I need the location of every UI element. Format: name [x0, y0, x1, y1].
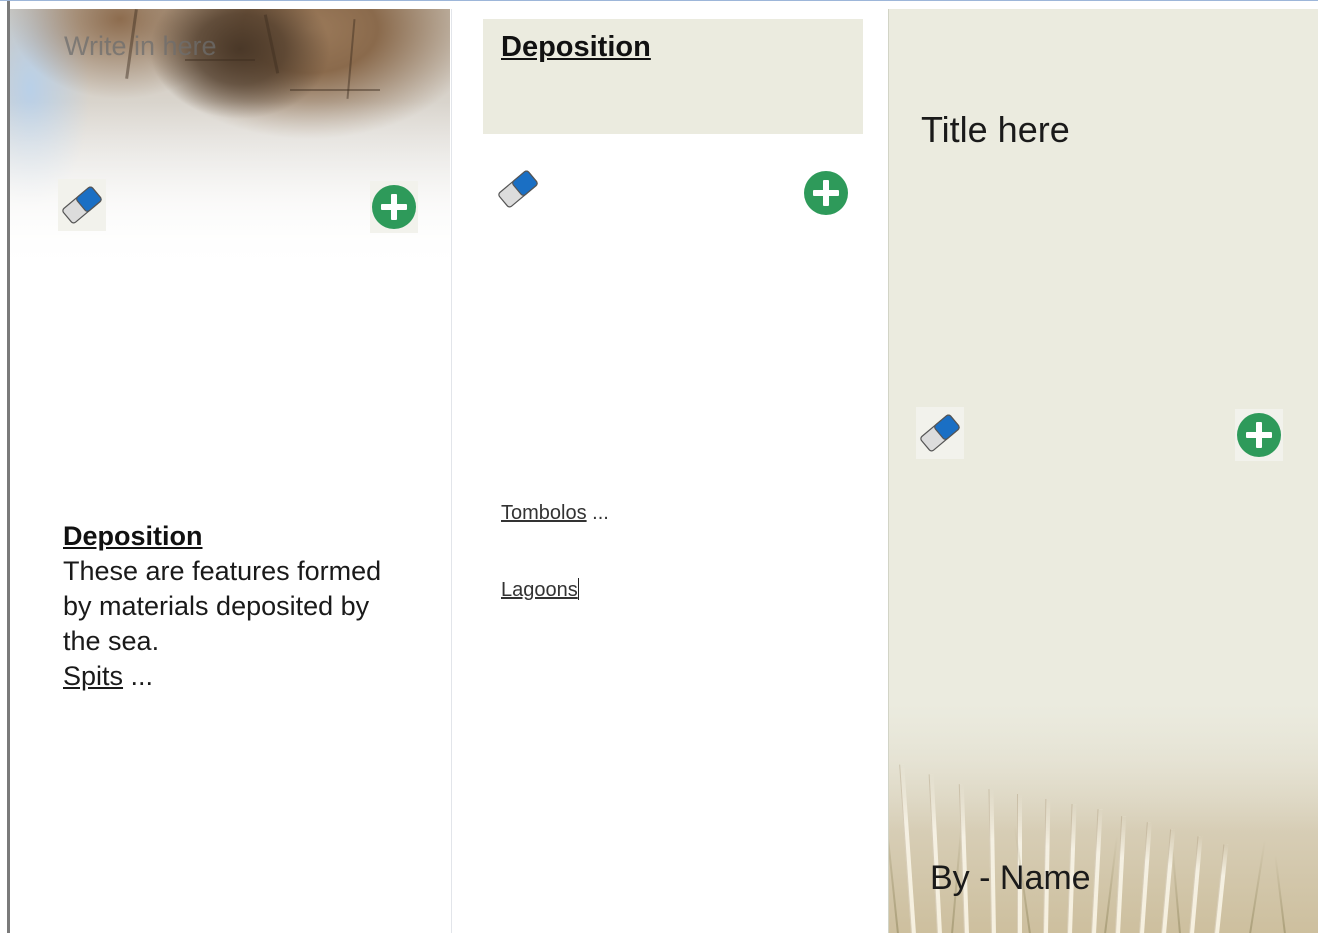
add-circle-icon — [372, 185, 416, 229]
add-circle-icon — [804, 171, 848, 215]
placeholder-text[interactable]: Write in here — [64, 31, 217, 62]
content-text-block[interactable]: Deposition These are features formed by … — [63, 519, 403, 694]
panel-title-link[interactable]: Deposition — [501, 31, 651, 64]
text-cursor — [577, 578, 579, 600]
body-text: These are features formed by materials d… — [63, 556, 382, 656]
eraser-button[interactable] — [58, 179, 106, 231]
add-content-button[interactable] — [1235, 409, 1283, 461]
title-box[interactable]: Deposition — [483, 19, 863, 134]
list-item[interactable]: Tombolos ... — [501, 502, 609, 525]
add-content-button[interactable] — [370, 181, 418, 233]
eraser-icon — [62, 186, 102, 224]
add-content-button[interactable] — [802, 167, 850, 219]
eraser-button[interactable] — [494, 163, 542, 215]
eraser-icon — [920, 414, 960, 452]
spits-link[interactable]: Spits — [63, 661, 123, 691]
author-name[interactable]: By - Name — [930, 859, 1091, 898]
brochure-editor: Write in here Deposition These are featu… — [0, 0, 1318, 933]
section-heading-link[interactable]: Deposition — [63, 519, 403, 554]
add-circle-icon — [1237, 413, 1281, 457]
eraser-icon — [498, 170, 538, 208]
ellipsis: ... — [592, 502, 609, 524]
tombolos-link[interactable]: Tombolos — [501, 502, 587, 524]
list-item[interactable]: Lagoons — [501, 578, 579, 602]
fence-background-image — [889, 704, 1318, 933]
ellipsis: ... — [130, 661, 154, 691]
panel-left[interactable]: Write in here Deposition These are featu… — [10, 9, 450, 933]
brochure-title[interactable]: Title here — [921, 109, 1070, 151]
lagoons-link[interactable]: Lagoons — [501, 579, 578, 601]
eraser-button[interactable] — [916, 407, 964, 459]
panel-right[interactable]: Title here By - Name — [888, 9, 1318, 933]
panel-middle[interactable]: Deposition Tombolos ... Lagoons — [451, 9, 888, 933]
